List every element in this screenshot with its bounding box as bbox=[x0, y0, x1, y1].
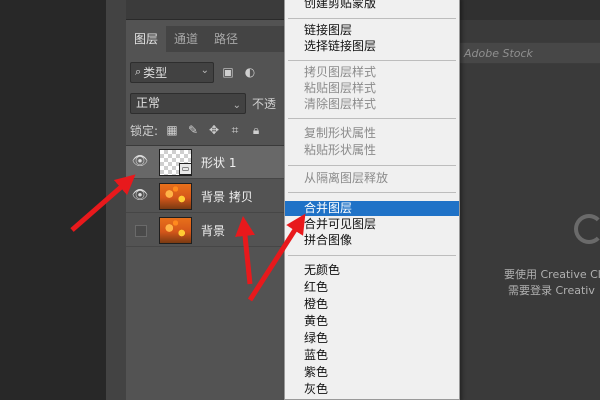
lock-label: 锁定: bbox=[130, 123, 159, 138]
cc-message-line1: 要使用 Creative Cl bbox=[504, 268, 600, 281]
cc-message-line2: 需要登录 Creativ bbox=[508, 284, 595, 297]
lock-transparency-icon[interactable]: ▦ bbox=[165, 123, 179, 137]
layer-thumbnail bbox=[159, 183, 192, 210]
layer-filter-row: ⌕ 类型 ⌄ ▣ ◐ bbox=[130, 60, 258, 84]
menu-item-yellow[interactable]: 黄色 bbox=[285, 314, 459, 329]
lock-pixels-brush-icon[interactable]: ✎ bbox=[186, 123, 200, 137]
blend-mode-select[interactable]: 正常 ⌄ bbox=[130, 92, 246, 114]
chevron-down-icon: ⌄ bbox=[200, 64, 209, 76]
menu-item-red[interactable]: 红色 bbox=[285, 280, 459, 295]
image-filter-icon[interactable]: ▣ bbox=[220, 64, 236, 80]
menu-item-blue[interactable]: 蓝色 bbox=[285, 348, 459, 363]
menu-separator bbox=[288, 60, 456, 61]
filter-kind-select[interactable]: ⌕ 类型 ⌄ bbox=[130, 61, 214, 83]
menu-item-gray[interactable]: 灰色 bbox=[285, 382, 459, 397]
vector-shape-icon: ▭ bbox=[179, 163, 192, 175]
menu-separator bbox=[288, 18, 456, 19]
lock-row: 锁定: ▦ ✎ ✥ ⌗ 🔒︎ bbox=[130, 119, 263, 141]
lock-position-move-icon[interactable]: ✥ bbox=[207, 123, 221, 137]
panel-top-bar bbox=[126, 0, 286, 20]
tab-paths[interactable]: 路径 bbox=[206, 26, 246, 52]
tab-channels[interactable]: 通道 bbox=[166, 26, 206, 52]
context-menu: 创建剪贴蒙版 链接图层 选择链接图层 拷贝图层样式 粘贴图层样式 清除图层样式 … bbox=[284, 0, 460, 400]
menu-separator bbox=[288, 165, 456, 166]
menu-item-copy-shape-attributes[interactable]: 复制形状属性 bbox=[285, 126, 459, 141]
visibility-toggle-off[interactable] bbox=[135, 225, 147, 237]
layers-panel: 图层 通道 路径 ⌕ 类型 ⌄ ▣ ◐ 正常 ⌄ 不透 锁定: ▦ ✎ ✥ ⌗ … bbox=[126, 0, 286, 400]
menu-separator bbox=[288, 192, 456, 193]
layer-name[interactable]: 形状 1 bbox=[201, 154, 236, 171]
menu-separator bbox=[288, 255, 456, 256]
panel-tabs: 图层 通道 路径 bbox=[126, 26, 286, 52]
lock-all-icon[interactable]: 🔒︎ bbox=[249, 123, 263, 138]
menu-item-paste-shape-attributes[interactable]: 粘贴形状属性 bbox=[285, 143, 459, 158]
menu-item-no-color[interactable]: 无颜色 bbox=[285, 263, 459, 278]
blend-row: 正常 ⌄ 不透 bbox=[130, 91, 276, 115]
stock-search-text: Adobe Stock bbox=[464, 47, 533, 60]
menu-item-orange[interactable]: 橙色 bbox=[285, 297, 459, 312]
menu-item-merge-layers[interactable]: 合并图层 bbox=[285, 201, 459, 216]
layer-row-background[interactable]: 背景 bbox=[126, 214, 286, 247]
menu-item-release-from-isolation[interactable]: 从隔离图层释放 bbox=[285, 171, 459, 186]
panel-gutter bbox=[106, 0, 126, 400]
menu-item-violet[interactable]: 紫色 bbox=[285, 365, 459, 380]
creative-cloud-icon bbox=[574, 214, 600, 244]
stock-search-bar[interactable]: Adobe Stock bbox=[460, 42, 600, 64]
menu-item-green[interactable]: 绿色 bbox=[285, 331, 459, 346]
menu-item-create-clipping-mask[interactable]: 创建剪贴蒙版 bbox=[285, 0, 459, 11]
menu-item-paste-layer-style[interactable]: 粘贴图层样式 bbox=[285, 81, 459, 96]
search-icon: ⌕ bbox=[135, 65, 142, 78]
layer-thumbnail bbox=[159, 217, 192, 244]
menu-item-clear-layer-style[interactable]: 清除图层样式 bbox=[285, 97, 459, 112]
tab-layers[interactable]: 图层 bbox=[126, 26, 167, 52]
layer-name[interactable]: 背景 拷贝 bbox=[201, 188, 253, 205]
chevron-down-icon: ⌄ bbox=[232, 99, 241, 111]
menu-item-select-linked[interactable]: 选择链接图层 bbox=[285, 39, 459, 54]
blend-mode-value: 正常 bbox=[136, 95, 161, 110]
menu-item-merge-visible[interactable]: 合并可见图层 bbox=[285, 217, 459, 232]
artboard-icon[interactable]: ⌗ bbox=[228, 123, 242, 138]
menu-item-link-layers[interactable]: 链接图层 bbox=[285, 23, 459, 38]
menu-separator bbox=[288, 118, 456, 119]
canvas-area-left bbox=[0, 0, 106, 400]
menu-item-copy-layer-style[interactable]: 拷贝图层样式 bbox=[285, 65, 459, 80]
opacity-label: 不透 bbox=[252, 96, 277, 111]
layer-row-shape[interactable]: 👁︎ ▭ 形状 1 bbox=[126, 146, 286, 179]
eye-icon[interactable]: 👁︎ bbox=[131, 153, 149, 171]
eye-icon[interactable]: 👁︎ bbox=[131, 187, 149, 205]
filter-kind-label: 类型 bbox=[143, 65, 168, 80]
layer-name[interactable]: 背景 bbox=[201, 222, 225, 239]
adjustment-filter-icon[interactable]: ◐ bbox=[242, 64, 258, 80]
menu-item-flatten-image[interactable]: 拼合图像 bbox=[285, 233, 459, 248]
layer-row-background-copy[interactable]: 👁︎ 背景 拷贝 bbox=[126, 180, 286, 213]
